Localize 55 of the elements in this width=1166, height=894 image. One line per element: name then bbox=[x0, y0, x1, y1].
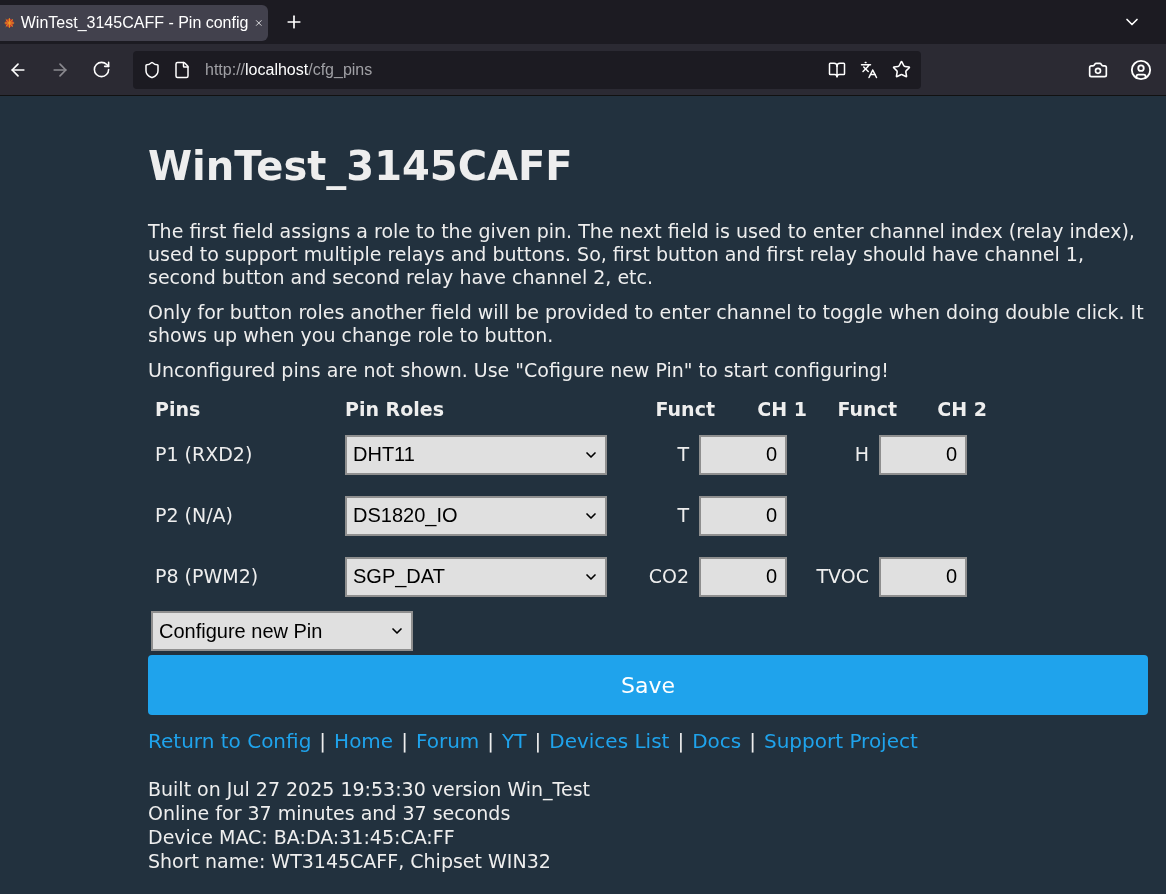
link-separator: | bbox=[749, 730, 756, 753]
page-title: WinTest_3145CAFF bbox=[148, 142, 574, 190]
function-label: TVOC bbox=[815, 565, 870, 588]
device-info-line: Online for 37 minutes and 37 seconds bbox=[148, 801, 512, 825]
link-separator: | bbox=[677, 730, 685, 753]
nav-link[interactable]: Support Project bbox=[763, 730, 918, 753]
translate-icon[interactable] bbox=[860, 60, 878, 79]
nav-link[interactable]: Devices List bbox=[549, 730, 670, 753]
browser-tab[interactable]: WinTest_3145CAFF - Pin config bbox=[0, 4, 268, 41]
device-info-line: Built on Jul 27 2025 19:53:30 version Win_Test bbox=[148, 777, 591, 801]
shield-icon bbox=[143, 60, 161, 79]
function-label: T bbox=[676, 504, 691, 527]
reload-icon[interactable] bbox=[92, 60, 111, 79]
channel-input[interactable]: 0 bbox=[699, 434, 787, 475]
column-header: Funct bbox=[836, 397, 897, 421]
account-icon[interactable] bbox=[1130, 58, 1152, 81]
link-separator: | bbox=[487, 730, 495, 753]
nav-link[interactable]: Forum bbox=[415, 730, 480, 753]
column-header: Funct bbox=[654, 397, 715, 421]
column-header: CH 2 bbox=[936, 397, 987, 421]
channel-input[interactable]: 0 bbox=[699, 556, 787, 597]
channel-input[interactable]: 0 bbox=[879, 434, 967, 475]
description-text: Unconfigured pins are not shown. Use "Cofigure new Pin" to start configuring! bbox=[148, 359, 890, 382]
nav-link[interactable]: Docs bbox=[692, 730, 742, 753]
role-select[interactable]: SGP_DAT bbox=[345, 556, 607, 597]
column-header: CH 1 bbox=[756, 397, 807, 421]
address-bar[interactable]: http://localhost/cfg_pins bbox=[133, 50, 921, 89]
channel-input[interactable]: 0 bbox=[879, 556, 967, 597]
function-label: T bbox=[676, 443, 691, 466]
function-label: H bbox=[853, 443, 870, 466]
description-text: The first field assigns a role to the given pin. The next field is used to enter channel index (relay index), used to support multiple relays and buttons. So, first button and first relay should have channel 1, second button and second relay have channel 2, etc. bbox=[148, 220, 1136, 289]
tab-title: WinTest_3145CAFF - Pin config bbox=[20, 12, 249, 33]
url-text: http://localhost/cfg_pins bbox=[205, 59, 374, 80]
link-separator: | bbox=[319, 730, 327, 753]
function-label: CO2 bbox=[647, 565, 690, 588]
role-select[interactable]: DS1820_IO bbox=[345, 495, 607, 536]
nav-link[interactable]: Home bbox=[334, 730, 394, 753]
pin-label: P8 (PWM2) bbox=[155, 565, 260, 588]
nav-link[interactable]: YT bbox=[502, 730, 527, 753]
role-select[interactable]: DHT11 bbox=[345, 434, 607, 475]
role-select[interactable]: Configure new Pin bbox=[151, 611, 413, 651]
bookmark-icon[interactable] bbox=[892, 60, 911, 79]
device-info-line: Device MAC: BA:DA:31:45:CA:FF bbox=[148, 825, 456, 849]
channel-input[interactable]: 0 bbox=[699, 495, 787, 536]
pin-label: P2 (N/A) bbox=[155, 504, 235, 527]
link-separator: | bbox=[401, 730, 408, 753]
nav-link[interactable]: Return to Config bbox=[148, 730, 312, 753]
pin-label: P1 (RXD2) bbox=[155, 443, 254, 466]
description-text: Only for button roles another field will be provided to enter channel to toggle when doing double click. It shows up when you change role to button. bbox=[148, 301, 1145, 347]
link-separator: | bbox=[534, 730, 542, 753]
device-info-line: Short name: WT3145CAFF, Chipset WIN32 bbox=[148, 849, 552, 873]
column-header: Pin Roles bbox=[345, 397, 445, 421]
column-header: Pins bbox=[155, 397, 202, 421]
reader-icon[interactable] bbox=[828, 60, 846, 79]
page-icon bbox=[173, 60, 191, 79]
